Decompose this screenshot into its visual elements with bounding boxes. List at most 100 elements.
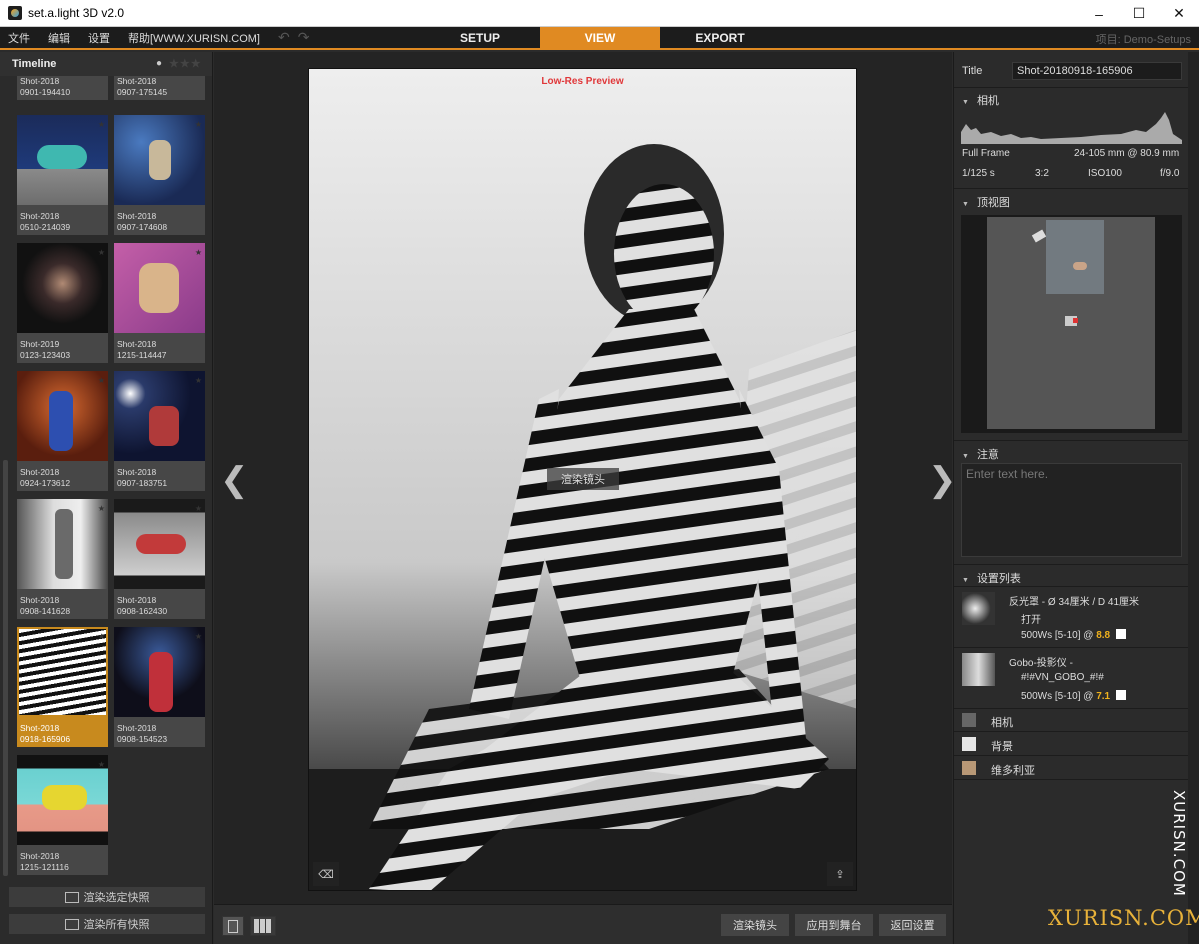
thumbnail-caption: Shot-2018 0918-165906: [20, 723, 71, 744]
model-avatar-icon: [962, 761, 976, 775]
thumbnail[interactable]: Shot-2018 0901-194410: [17, 76, 108, 100]
menu-file[interactable]: 文件: [8, 30, 30, 46]
menu-help[interactable]: 帮助[WWW.XURISN.COM]: [128, 30, 260, 46]
setup-list-background[interactable]: 背景: [954, 732, 1188, 756]
single-view-toggle[interactable]: [222, 916, 244, 936]
light-power: 500Ws [5-10] @ 7.1: [1021, 690, 1127, 702]
thumbnail-image: [19, 629, 106, 715]
undo-icon[interactable]: ↶: [278, 29, 290, 46]
rating-star-icon[interactable]: ★: [195, 246, 202, 260]
top-view-map[interactable]: [961, 215, 1182, 433]
redo-icon[interactable]: ↷: [298, 29, 310, 46]
setup-list-header[interactable]: ▼ 设置列表: [962, 570, 1021, 586]
reflector-light-icon: [962, 592, 995, 625]
divider: [954, 564, 1188, 565]
divider: [954, 87, 1188, 88]
notes-textarea[interactable]: Enter text here.: [961, 463, 1182, 557]
divider: [954, 440, 1188, 441]
project-label: 项目: Demo-Setups: [1095, 34, 1191, 46]
light-name: 反光罩 - Ø 34厘米 / D 41厘米: [1009, 597, 1140, 608]
export-icon[interactable]: ⇪: [827, 862, 853, 886]
trash-icon[interactable]: ⌫: [313, 862, 339, 886]
thumbnail[interactable]: Shot-2018 0907-175145: [114, 76, 205, 100]
tab-setup[interactable]: SETUP: [420, 27, 540, 49]
timeline-scrollbar[interactable]: [3, 460, 8, 876]
rating-star-icon[interactable]: ★: [195, 374, 202, 388]
rating-star-icon[interactable]: ★: [98, 118, 105, 132]
thumbnail[interactable]: ★ Shot-2018 1215-121116: [17, 755, 108, 875]
light-subtitle: 打开: [1021, 615, 1041, 626]
notes-section-header[interactable]: ▼ 注意: [962, 446, 999, 462]
thumbnail-caption: Shot-2018 0908-154523: [117, 723, 168, 744]
topview-section-header[interactable]: ▼ 顶视图: [962, 194, 1010, 210]
thumbnail-caption: Shot-2018 0907-175145: [117, 76, 168, 97]
thumbnail[interactable]: ★ Shot-2018 0907-174608: [114, 115, 205, 235]
setup-list-camera[interactable]: 相机: [954, 708, 1188, 732]
apply-to-stage-button[interactable]: 应用到舞台: [795, 914, 873, 936]
model-marker-icon[interactable]: [1073, 262, 1087, 270]
camera-marker-icon[interactable]: [1065, 316, 1078, 326]
rating-star-icon[interactable]: ★: [195, 502, 202, 516]
render-shot-button[interactable]: 渲染镜头: [721, 914, 789, 936]
thumbnail-caption: Shot-2018 0901-194410: [20, 76, 71, 97]
render-all-snapshots-button[interactable]: 渲染所有快照: [9, 914, 205, 934]
window-titlebar: set.a.light 3D v2.0 – ☐ ✕: [0, 0, 1199, 27]
collapse-triangle-icon: ▼: [962, 577, 969, 584]
thumbnail-caption: Shot-2018 0908-141628: [20, 595, 71, 616]
thumbnail-image: [114, 627, 205, 717]
thumbnail[interactable]: ★ Shot-2018 0510-214039: [17, 115, 108, 235]
thumbnail[interactable]: ★ Shot-2018 0907-183751: [114, 371, 205, 491]
divider: [954, 188, 1188, 189]
render-selected-snapshots-button[interactable]: 渲染选定快照: [9, 887, 205, 907]
rating-star-icon[interactable]: ★: [98, 630, 105, 644]
aperture-label: f/9.0: [1160, 168, 1180, 179]
camera-section-header[interactable]: ▼ 相机: [962, 92, 999, 108]
collapse-triangle-icon: ▼: [962, 201, 969, 208]
thumbnail[interactable]: ★ Shot-2018 0924-173612: [17, 371, 108, 491]
timeline-panel: Timeline ● ★★★ Shot-2018 0901-194410 Shot…: [0, 52, 213, 944]
light-enabled-checkbox[interactable]: [1116, 690, 1127, 700]
back-to-setup-button[interactable]: 返回设置: [879, 914, 946, 936]
menu-edit[interactable]: 编辑: [48, 30, 70, 46]
render-shot-overlay-button[interactable]: 渲染镜头: [547, 468, 619, 490]
shot-title-input[interactable]: Shot-20180918-165906: [1012, 62, 1182, 80]
tab-view[interactable]: VIEW: [540, 27, 660, 49]
thumbnail[interactable]: ★ Shot-2018 1215-114447: [114, 243, 205, 363]
rating-star-icon[interactable]: ★: [98, 502, 105, 516]
rating-star-icon[interactable]: ★: [195, 630, 202, 644]
rating-star-icon[interactable]: ★: [98, 246, 105, 260]
minimize-button[interactable]: –: [1079, 0, 1119, 27]
preview-area: ❮ ❯ Low-Res Preview ⌫ ⇪ 渲染镜头 渲染镜头 应用到舞台 …: [214, 52, 957, 944]
thumbnail[interactable]: ★ Shot-2018 0908-154523: [114, 627, 205, 747]
thumbnail-selected[interactable]: ★ Shot-2018 0918-165906: [17, 627, 108, 747]
render-icon: [64, 918, 79, 930]
thumbnail[interactable]: ★ Shot-2018 0908-162430: [114, 499, 205, 619]
thumbnail[interactable]: ★ Shot-2018 0908-141628: [17, 499, 108, 619]
thumbnail[interactable]: ★ Shot-2019 0123-123403: [17, 243, 108, 363]
light-name: Gobo-投影仪 -: [1009, 658, 1073, 669]
tab-export[interactable]: EXPORT: [660, 27, 780, 49]
thumbnail-image: [114, 115, 205, 205]
rating-star-icon[interactable]: ★: [98, 758, 105, 772]
light-enabled-checkbox[interactable]: [1116, 629, 1127, 639]
timeline-title: Timeline: [12, 58, 57, 70]
rating-filter-stars[interactable]: ★★★: [169, 57, 202, 70]
thumbnail-caption: Shot-2018 1215-121116: [20, 851, 69, 872]
light-subtitle: #!#VN_GOBO_#!#: [1021, 672, 1104, 683]
previous-shot-arrow[interactable]: ❮: [220, 460, 249, 500]
setup-item-reflector[interactable]: 反光罩 - Ø 34厘米 / D 41厘米 打开 500Ws [5-10] @ …: [954, 586, 1188, 647]
watermark-horizontal: XURISN.COM: [1048, 906, 1199, 930]
title-label: Title: [962, 65, 983, 77]
setup-list-model[interactable]: 维多利亚: [954, 756, 1188, 780]
grid-view-toggle[interactable]: [250, 916, 276, 936]
maximize-button[interactable]: ☐: [1119, 0, 1159, 27]
menu-settings[interactable]: 设置: [88, 30, 110, 46]
close-button[interactable]: ✕: [1159, 0, 1199, 27]
right-panel-scrollbar[interactable]: [1188, 52, 1199, 944]
rating-star-icon[interactable]: ★: [195, 118, 202, 132]
setup-item-gobo[interactable]: Gobo-投影仪 - #!#VN_GOBO_#!# 500Ws [5-10] @…: [954, 647, 1188, 708]
thumbnail-image: [17, 755, 108, 845]
eye-icon[interactable]: ●: [156, 58, 162, 69]
rating-star-icon[interactable]: ★: [98, 374, 105, 388]
backdrop-shape: [1046, 220, 1104, 294]
